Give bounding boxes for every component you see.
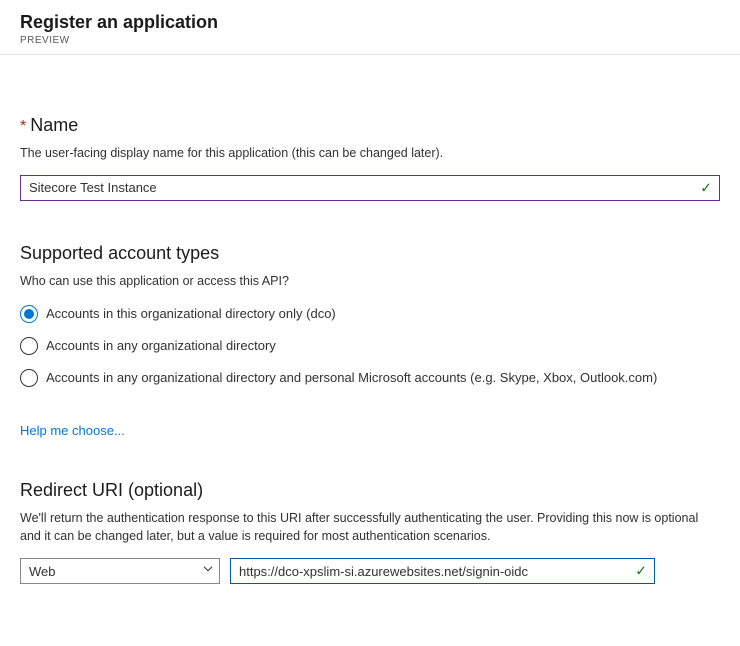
name-input[interactable]	[20, 175, 720, 201]
page-title: Register an application	[20, 12, 720, 33]
redirect-uri-desc: We'll return the authentication response…	[20, 509, 720, 547]
required-asterisk: *	[20, 118, 26, 135]
redirect-row: Web ✓	[20, 558, 720, 584]
radio-option-org-only[interactable]: Accounts in this organizational director…	[20, 305, 720, 323]
name-label: *Name	[20, 115, 720, 136]
redirect-uri-section: Redirect URI (optional) We'll return the…	[20, 480, 720, 585]
radio-option-any-and-personal[interactable]: Accounts in any organizational directory…	[20, 369, 720, 387]
page-header: Register an application PREVIEW	[0, 0, 740, 55]
help-me-choose-link[interactable]: Help me choose...	[20, 423, 125, 438]
account-types-title: Supported account types	[20, 243, 720, 264]
radio-label: Accounts in any organizational directory…	[46, 370, 657, 385]
name-section: *Name The user-facing display name for t…	[20, 115, 720, 201]
redirect-type-select[interactable]: Web	[20, 558, 220, 584]
radio-label: Accounts in any organizational directory	[46, 338, 276, 353]
redirect-uri-input-wrap: ✓	[230, 558, 655, 584]
redirect-type-wrap: Web	[20, 558, 220, 584]
name-input-wrap: ✓	[20, 175, 720, 201]
name-description: The user-facing display name for this ap…	[20, 144, 720, 163]
account-types-radio-group: Accounts in this organizational director…	[20, 305, 720, 387]
radio-label: Accounts in this organizational director…	[46, 306, 336, 321]
content-area: *Name The user-facing display name for t…	[0, 55, 740, 646]
account-types-desc: Who can use this application or access t…	[20, 272, 720, 291]
radio-option-any-org[interactable]: Accounts in any organizational directory	[20, 337, 720, 355]
radio-icon	[20, 369, 38, 387]
redirect-uri-title: Redirect URI (optional)	[20, 480, 720, 501]
preview-badge: PREVIEW	[20, 35, 720, 46]
redirect-uri-input[interactable]	[230, 558, 655, 584]
radio-icon	[20, 337, 38, 355]
radio-icon	[20, 305, 38, 323]
name-title-text: Name	[30, 115, 78, 135]
account-types-section: Supported account types Who can use this…	[20, 243, 720, 438]
